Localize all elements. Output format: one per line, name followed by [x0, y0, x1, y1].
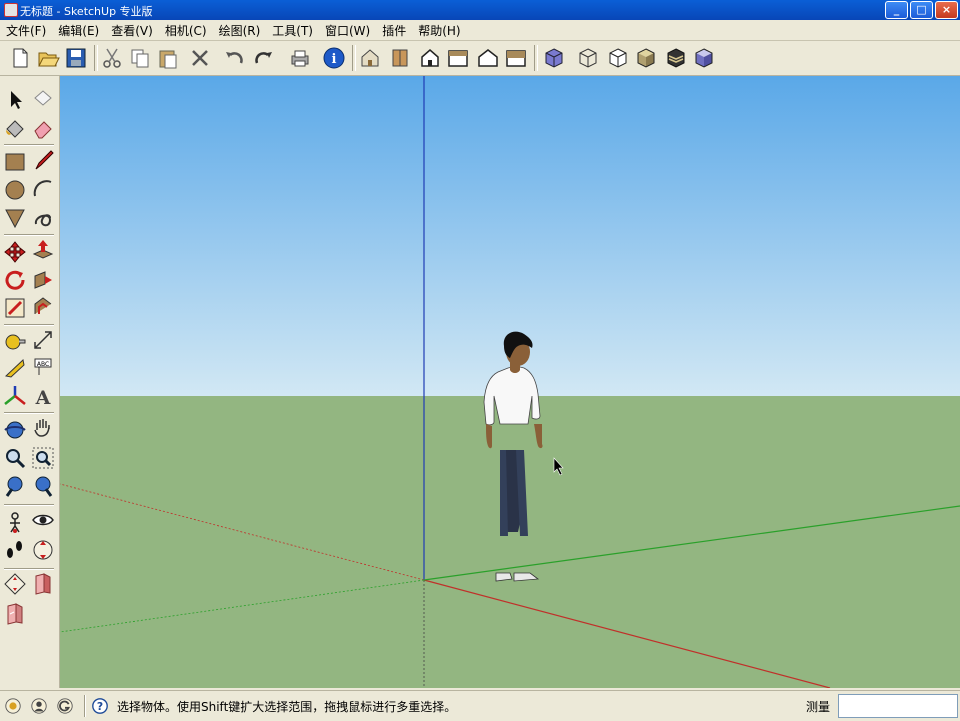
back-view-icon[interactable]: [476, 46, 500, 70]
menu-camera[interactable]: 相机(C): [159, 22, 213, 39]
main-toolbar: i: [0, 41, 960, 76]
position-camera-icon[interactable]: [3, 510, 27, 534]
eraser-icon[interactable]: [31, 116, 55, 140]
model-info-icon[interactable]: i: [322, 46, 346, 70]
menu-window[interactable]: 窗口(W): [319, 22, 376, 39]
iso-view-icon[interactable]: [358, 46, 382, 70]
follow-me-icon[interactable]: [31, 268, 55, 292]
pan-icon[interactable]: [31, 416, 55, 440]
geo-location-icon[interactable]: [4, 697, 22, 715]
dimension-icon[interactable]: [31, 328, 55, 352]
polygon-icon[interactable]: [3, 206, 27, 230]
undo-icon[interactable]: [222, 46, 246, 70]
menu-file[interactable]: 文件(F): [0, 22, 52, 39]
viewport-canvas[interactable]: [60, 76, 960, 688]
tool-palette: ABC A: [0, 76, 60, 688]
print-icon[interactable]: [288, 46, 312, 70]
line-icon[interactable]: [31, 148, 55, 172]
xray-style-icon[interactable]: [542, 46, 566, 70]
menu-bar: 文件(F) 编辑(E) 查看(V) 相机(C) 绘图(R) 工具(T) 窗口(W…: [0, 20, 960, 41]
sandbox-icon[interactable]: [3, 572, 27, 596]
shaded-style-icon[interactable]: [634, 46, 658, 70]
zoom-icon[interactable]: [3, 446, 27, 470]
erase-icon[interactable]: [188, 46, 212, 70]
circle-icon[interactable]: [3, 178, 27, 202]
copy-icon[interactable]: [128, 46, 152, 70]
cut-icon[interactable]: [100, 46, 124, 70]
protractor-icon[interactable]: [3, 356, 27, 380]
help-icon[interactable]: ?: [91, 697, 109, 715]
component-icon[interactable]: [31, 572, 55, 596]
close-button[interactable]: ×: [935, 1, 958, 19]
paint-bucket-icon[interactable]: [3, 116, 27, 140]
menu-edit[interactable]: 编辑(E): [52, 22, 105, 39]
paste-icon[interactable]: [156, 46, 180, 70]
3d-text-icon[interactable]: A: [31, 384, 55, 408]
menu-view[interactable]: 查看(V): [105, 22, 159, 39]
scale-icon[interactable]: [3, 296, 27, 320]
modeling-viewport[interactable]: [60, 76, 960, 688]
menu-tools[interactable]: 工具(T): [266, 22, 319, 39]
move-icon[interactable]: [3, 240, 27, 264]
svg-text:A: A: [35, 387, 51, 408]
measurements-label: 测量: [806, 700, 831, 714]
make-component-icon[interactable]: [31, 86, 55, 110]
warehouse-icon[interactable]: [3, 602, 27, 626]
window-title: 无标题 - SketchUp 专业版: [20, 5, 153, 18]
text-icon[interactable]: ABC: [31, 356, 55, 380]
title-bar: 无标题 - SketchUp 专业版 _ □ ×: [0, 0, 960, 20]
status-bar: ? 选择物体。使用Shift键扩大选择范围，拖拽鼠标进行多重选择。 测量: [0, 690, 960, 721]
section-plane-icon[interactable]: [31, 538, 55, 562]
menu-help[interactable]: 帮助(H): [412, 22, 466, 39]
ground-plane: [60, 396, 960, 688]
monochrome-style-icon[interactable]: [692, 46, 716, 70]
shaded-textures-style-icon[interactable]: [664, 46, 688, 70]
status-hint-text: 选择物体。使用Shift键扩大选择范围，拖拽鼠标进行多重选择。: [117, 700, 457, 714]
save-icon[interactable]: [64, 46, 88, 70]
measurements-input[interactable]: [838, 694, 958, 718]
wireframe-style-icon[interactable]: [576, 46, 600, 70]
orbit-icon[interactable]: [3, 418, 27, 442]
look-around-icon[interactable]: [31, 508, 55, 532]
walk-icon[interactable]: [3, 538, 27, 562]
maximize-button[interactable]: □: [910, 1, 933, 19]
redo-icon[interactable]: [252, 46, 276, 70]
next-view-icon[interactable]: [31, 474, 55, 498]
freehand-icon[interactable]: [31, 206, 55, 230]
select-icon[interactable]: [3, 88, 27, 112]
google-signin-icon[interactable]: [56, 697, 74, 715]
svg-text:i: i: [332, 52, 337, 67]
new-icon[interactable]: [8, 46, 32, 70]
svg-text:?: ?: [97, 700, 103, 713]
hidden-line-style-icon[interactable]: [606, 46, 630, 70]
arc-icon[interactable]: [31, 176, 55, 200]
right-view-icon[interactable]: [446, 46, 470, 70]
left-view-icon[interactable]: [504, 46, 528, 70]
top-view-icon[interactable]: [388, 46, 412, 70]
push-pull-icon[interactable]: [31, 238, 55, 262]
menu-plugins[interactable]: 插件: [376, 22, 412, 39]
offset-icon[interactable]: [31, 294, 55, 318]
rectangle-icon[interactable]: [3, 150, 27, 174]
minimize-button[interactable]: _: [885, 1, 908, 19]
open-icon[interactable]: [36, 46, 60, 70]
sketchup-app-icon: [4, 3, 18, 17]
credits-icon[interactable]: [30, 697, 48, 715]
front-view-icon[interactable]: [418, 46, 442, 70]
menu-draw[interactable]: 绘图(R): [213, 22, 267, 39]
svg-text:ABC: ABC: [37, 361, 49, 368]
tape-measure-icon[interactable]: [3, 328, 27, 352]
previous-view-icon[interactable]: [3, 474, 27, 498]
rotate-icon[interactable]: [3, 268, 27, 292]
zoom-window-icon[interactable]: [31, 446, 55, 470]
axes-icon[interactable]: [3, 384, 27, 408]
